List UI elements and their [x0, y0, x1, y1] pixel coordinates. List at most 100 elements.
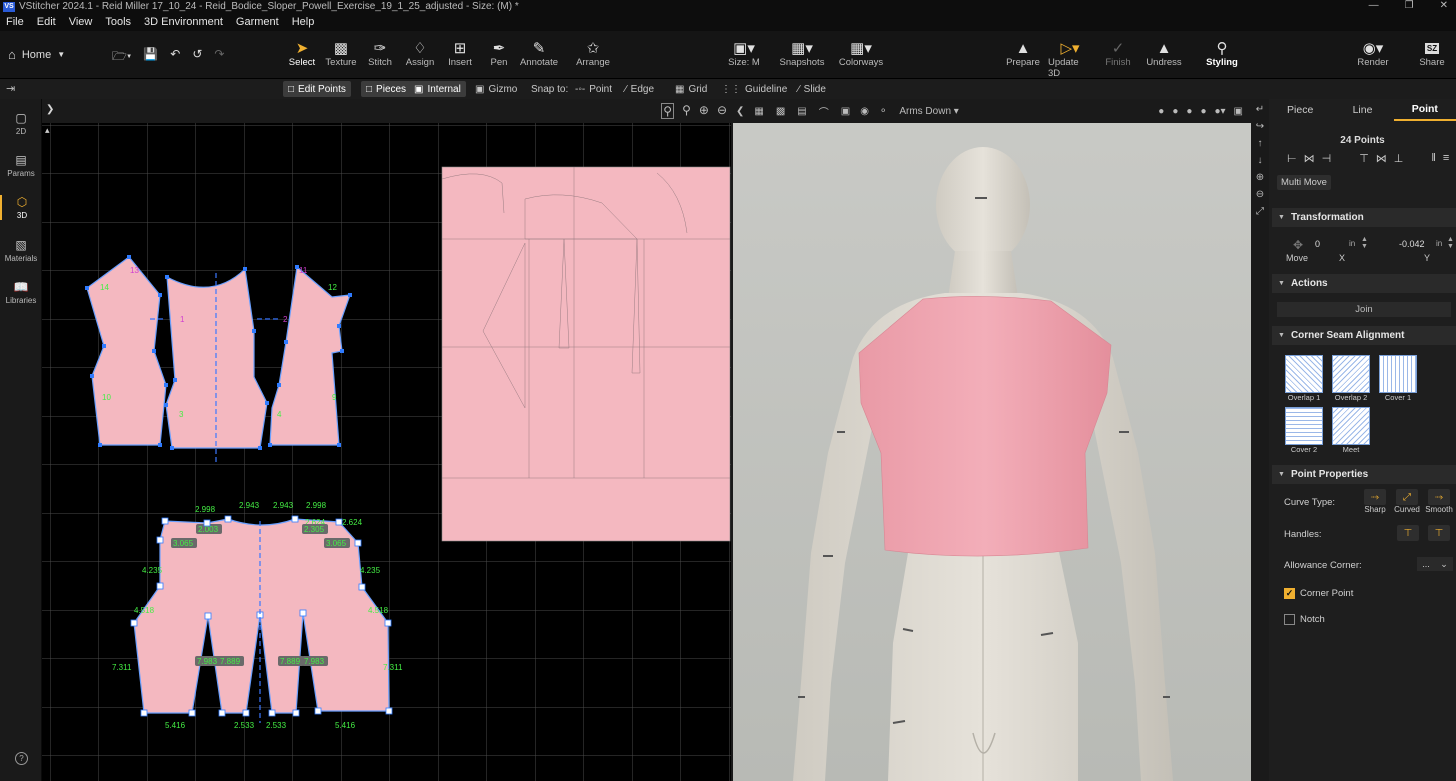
share-button[interactable]: SZ Share: [1410, 39, 1454, 68]
styling-button[interactable]: ⚲ Styling: [1200, 39, 1244, 68]
selected-point[interactable]: [204, 612, 212, 620]
menu-view[interactable]: View: [69, 16, 93, 28]
redo-icon[interactable]: ↷: [214, 47, 224, 68]
pattern-point[interactable]: [268, 443, 272, 447]
selected-point[interactable]: [354, 539, 362, 547]
menu-file[interactable]: File: [6, 16, 24, 28]
avatar-scene[interactable]: [733, 123, 1251, 781]
home-button[interactable]: ⌂ Home ▼: [8, 47, 65, 62]
pattern-point[interactable]: [348, 293, 352, 297]
upper-pattern-pieces[interactable]: [86, 256, 351, 449]
tool-pen[interactable]: ✒ Pen: [477, 39, 521, 68]
y-stepper[interactable]: ▲ ▼: [1447, 236, 1454, 250]
selected-point[interactable]: [268, 709, 276, 717]
pattern-point[interactable]: [127, 255, 131, 259]
arrow-down-icon[interactable]: ↓: [1258, 155, 1263, 166]
internal-toggle[interactable]: ▣ Internal: [409, 81, 466, 97]
menu-3d-environment[interactable]: 3D Environment: [144, 16, 223, 28]
pattern-2d-view[interactable]: ❯ ⚲ ⚲ ⊕ ⊖ ▴ 13 14 1 2 11 12 10 3 4 9 2.9…: [42, 99, 731, 781]
pattern-point[interactable]: [277, 383, 281, 387]
update-3d-button[interactable]: ▷▾ Update 3D: [1048, 39, 1092, 79]
multi-move-button[interactable]: Multi Move: [1277, 175, 1331, 190]
menu-edit[interactable]: Edit: [37, 16, 56, 28]
folder-icon[interactable]: 🗁▾: [112, 47, 131, 68]
actions-section-header[interactable]: ▼ Actions: [1272, 274, 1456, 293]
selected-point[interactable]: [156, 582, 164, 590]
tool-arrange[interactable]: ✩ Arrange: [571, 39, 615, 68]
pattern-point[interactable]: [90, 374, 94, 378]
fit-icon[interactable]: ⚲: [682, 103, 691, 119]
curve-curved-button[interactable]: ⤢ Curved: [1393, 489, 1421, 514]
zoom-select-icon[interactable]: ⚲: [661, 103, 675, 119]
pan-icon[interactable]: ↪: [1256, 121, 1264, 132]
align-right-icon[interactable]: ⊣: [1322, 152, 1332, 165]
selected-point[interactable]: [224, 515, 232, 523]
tool-insert[interactable]: ⊞ Insert: [438, 39, 482, 68]
pattern-point[interactable]: [158, 293, 162, 297]
xray-icon[interactable]: ●: [1186, 106, 1192, 117]
pattern-canvas[interactable]: ▴ 13141 21112103 492.998 2.943 2.943 2.9…: [42, 123, 731, 781]
pattern-point[interactable]: [170, 446, 174, 450]
floor-icon[interactable]: ▩: [776, 106, 785, 117]
align-center-v-icon[interactable]: ⋈: [1376, 152, 1387, 165]
selected-point[interactable]: [314, 707, 322, 715]
x-stepper[interactable]: ▲ ▼: [1361, 236, 1368, 250]
corner-seam-section-header[interactable]: ▼ Corner Seam Alignment: [1272, 326, 1456, 345]
pin-icon[interactable]: ▴: [45, 125, 50, 135]
distribute-v-icon[interactable]: ≡: [1443, 152, 1449, 165]
frame-icon[interactable]: ▣: [841, 106, 850, 117]
menu-help[interactable]: Help: [292, 16, 315, 28]
tab-point[interactable]: Point: [1393, 103, 1456, 121]
seam-meet[interactable]: [1332, 407, 1370, 445]
pieces-toggle[interactable]: □ Pieces: [361, 81, 412, 97]
curve-smooth-button[interactable]: ⤑ Smooth: [1424, 489, 1454, 514]
snap-guideline-toggle[interactable]: ⋮⋮ Guideline: [716, 81, 792, 97]
chevron-left-icon[interactable]: ❮: [736, 106, 744, 117]
sidebar-item-params[interactable]: ▤ Params: [0, 153, 42, 178]
tool-stitch[interactable]: ✑ Stitch: [358, 39, 402, 68]
sidebar-item-libraries[interactable]: 📖 Libraries: [0, 280, 42, 305]
arrow-up-icon[interactable]: ↑: [1258, 138, 1263, 149]
save-icon[interactable]: 💾: [143, 47, 158, 68]
avatar-toggle-icon[interactable]: ●: [1172, 106, 1178, 117]
selected-point[interactable]: [130, 619, 138, 627]
move-x-input[interactable]: [1315, 237, 1345, 251]
colorways-button[interactable]: ▦▾ Colorways: [839, 39, 883, 68]
menu-garment[interactable]: Garment: [236, 16, 279, 28]
selected-point[interactable]: [299, 609, 307, 617]
snap-grid-toggle[interactable]: ▦ Grid: [670, 81, 712, 97]
pattern-point[interactable]: [98, 443, 102, 447]
pattern-point[interactable]: [295, 265, 299, 269]
selected-point[interactable]: [203, 519, 211, 527]
pattern-point[interactable]: [102, 344, 106, 348]
move-y-input[interactable]: [1399, 237, 1435, 251]
chevron-right-icon[interactable]: ❯: [46, 104, 54, 115]
seam-overlap-2[interactable]: [1332, 355, 1370, 393]
tab-line[interactable]: Line: [1331, 104, 1393, 120]
snap-slide-toggle[interactable]: ∕ Slide: [793, 81, 831, 97]
point-properties-section-header[interactable]: ▼ Point Properties: [1272, 465, 1456, 484]
size-button[interactable]: ▣▾ Size: M: [722, 39, 766, 68]
selected-point[interactable]: [188, 709, 196, 717]
corner-point-checkbox[interactable]: ✓ Corner Point: [1284, 588, 1353, 599]
selected-point[interactable]: [161, 517, 169, 525]
tool-texture[interactable]: ▩ Texture: [319, 39, 363, 68]
pattern-point[interactable]: [173, 378, 177, 382]
pattern-point[interactable]: [337, 443, 341, 447]
expand-panel-icon[interactable]: ⇥: [6, 82, 15, 95]
tab-piece[interactable]: Piece: [1269, 104, 1331, 120]
snap-point-toggle[interactable]: -◦- Point: [570, 81, 617, 97]
pattern-point[interactable]: [164, 403, 168, 407]
rotate-icon[interactable]: ↵: [1256, 104, 1264, 115]
selected-point[interactable]: [358, 583, 366, 591]
render-mode-icon[interactable]: ●▾: [1214, 106, 1225, 117]
pattern-point[interactable]: [340, 349, 344, 353]
sidebar-item-3d[interactable]: ⬡ 3D: [0, 195, 42, 220]
notch-checkbox[interactable]: Notch: [1284, 614, 1325, 625]
pattern-point[interactable]: [337, 324, 341, 328]
gizmo-toggle[interactable]: ▣ Gizmo: [470, 81, 522, 97]
align-top-icon[interactable]: ⊤: [1359, 152, 1369, 165]
arc-icon[interactable]: ⌒: [819, 104, 829, 119]
camera-view-icon[interactable]: ◉: [860, 106, 869, 117]
pattern-point[interactable]: [243, 267, 247, 271]
